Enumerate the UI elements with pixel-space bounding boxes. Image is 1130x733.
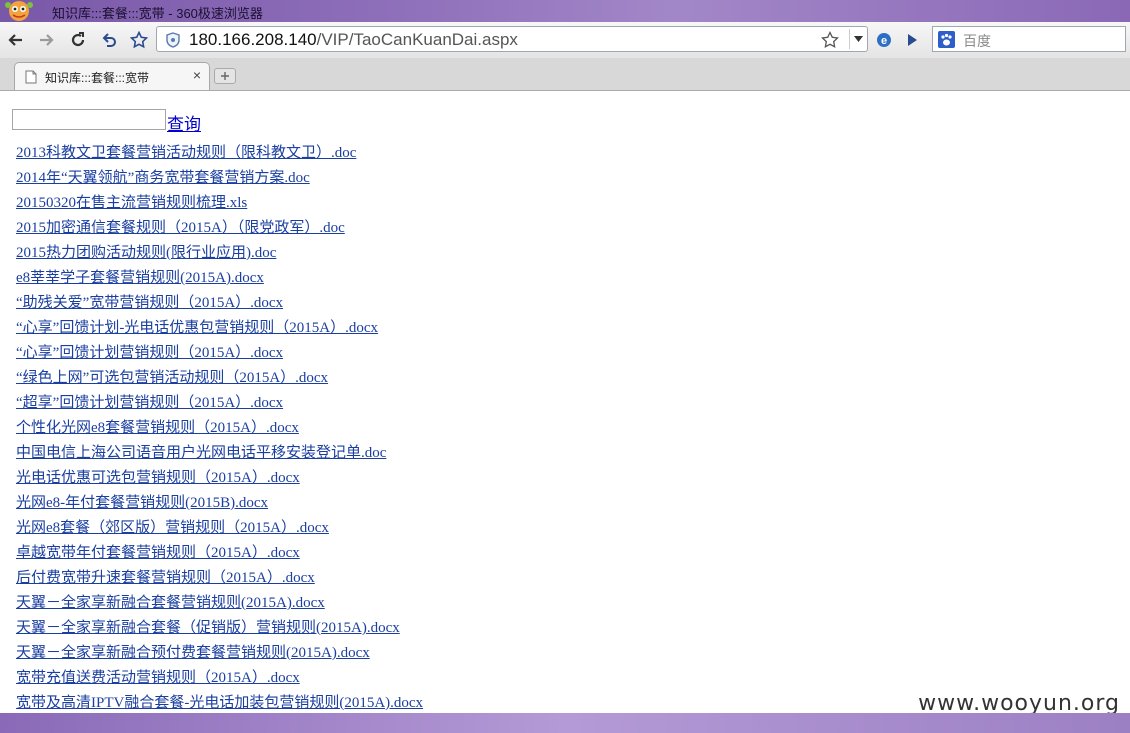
tab-close-button[interactable]: ×: [193, 67, 201, 83]
svg-text:e: e: [881, 35, 887, 47]
status-bar: [0, 713, 1130, 733]
search-placeholder: 百度: [963, 33, 991, 49]
star-icon: [130, 31, 148, 49]
bookmark-star-icon[interactable]: [821, 31, 839, 49]
new-tab-button[interactable]: [214, 68, 236, 84]
go-button[interactable]: [900, 28, 924, 52]
chevron-down-icon: [854, 36, 863, 42]
list-item: 天翼－全家享新融合套餐营销规则(2015A).docx: [16, 591, 423, 616]
page-content: 查询 2013科教文卫套餐营销活动规则（限科教文卫）.doc 2014年“天翼领航…: [0, 91, 1130, 713]
list-item: “超享”回馈计划营销规则（2015A）.docx: [16, 391, 423, 416]
play-icon: [908, 34, 917, 46]
file-link[interactable]: “助残关爱”宽带营销规则（2015A）.docx: [16, 295, 283, 311]
url-path: /VIP/TaoCanKuanDai.aspx: [316, 30, 518, 49]
list-item: “心享”回馈计划营销规则（2015A）.docx: [16, 341, 423, 366]
file-link[interactable]: “绿色上网”可选包营销活动规则（2015A）.docx: [16, 370, 328, 386]
baidu-paw-icon: [938, 31, 955, 48]
list-item: 后付费宽带升速套餐营销规则（2015A）.docx: [16, 566, 423, 591]
file-link[interactable]: 20150320在售主流营销规则梳理.xls: [16, 195, 247, 211]
file-link[interactable]: 后付费宽带升速套餐营销规则（2015A）.docx: [16, 570, 315, 586]
list-item: 20150320在售主流营销规则梳理.xls: [16, 191, 423, 216]
arrow-left-icon: [8, 34, 22, 46]
browser-logo-icon: [5, 1, 33, 21]
list-item: 2015加密通信套餐规则（2015A）（限党政军）.doc: [16, 216, 423, 241]
file-link[interactable]: 个性化光网e8套餐营销规则（2015A）.docx: [16, 420, 299, 436]
file-link[interactable]: 2013科教文卫套餐营销活动规则（限科教文卫）.doc: [16, 145, 356, 161]
file-link[interactable]: “心享”回馈计划营销规则（2015A）.docx: [16, 345, 283, 361]
list-item: 个性化光网e8套餐营销规则（2015A）.docx: [16, 416, 423, 441]
list-item: 2014年“天翼领航”商务宽带套餐营销方案.doc: [16, 166, 423, 191]
title-bar: 知识库:::套餐:::宽带 - 360极速浏览器: [0, 0, 1130, 22]
file-link[interactable]: 宽带充值送费活动营销规则（2015A）.docx: [16, 670, 300, 686]
file-list: 2013科教文卫套餐营销活动规则（限科教文卫）.doc 2014年“天翼领航”商务…: [16, 141, 423, 713]
list-item: “绿色上网”可选包营销活动规则（2015A）.docx: [16, 366, 423, 391]
list-item: 宽带充值送费活动营销规则（2015A）.docx: [16, 666, 423, 691]
file-link[interactable]: “超享”回馈计划营销规则（2015A）.docx: [16, 395, 283, 411]
list-item: 光网e8套餐（郊区版）营销规则（2015A）.docx: [16, 516, 423, 541]
list-item: e8莘莘学子套餐营销规则(2015A).docx: [16, 266, 423, 291]
shield-icon: [166, 32, 180, 48]
url-host: 180.166.208.140: [189, 30, 317, 49]
file-link[interactable]: 宽带及高清IPTV融合套餐-光电话加装包营销规则(2015A).docx: [16, 695, 423, 711]
list-item: 卓越宽带年付套餐营销规则（2015A）.docx: [16, 541, 423, 566]
ie-mode-button[interactable]: e: [872, 28, 896, 52]
undo-icon: [102, 33, 116, 47]
file-link[interactable]: 2014年“天翼领航”商务宽带套餐营销方案.doc: [16, 170, 310, 186]
address-dropdown-button[interactable]: [849, 29, 866, 49]
list-item: 宽带及高清IPTV融合套餐-光电话加装包营销规则(2015A).docx: [16, 691, 423, 713]
list-item: 天翼－全家享新融合套餐（促销版）营销规则(2015A).docx: [16, 616, 423, 641]
reload-icon: [71, 32, 85, 47]
file-link[interactable]: 2015热力团购活动规则(限行业应用).doc: [16, 245, 276, 261]
watermark: www.wooyun.org: [918, 691, 1120, 713]
file-link[interactable]: e8莘莘学子套餐营销规则(2015A).docx: [16, 270, 264, 286]
window-title: 知识库:::套餐:::宽带 - 360极速浏览器: [52, 6, 263, 21]
file-link[interactable]: 卓越宽带年付套餐营销规则（2015A）.docx: [16, 545, 300, 561]
url-text: 180.166.208.140/VIP/TaoCanKuanDai.aspx: [189, 30, 518, 50]
list-item: 光电话优惠可选包营销规则（2015A）.docx: [16, 466, 423, 491]
file-link[interactable]: 天翼－全家享新融合预付费套餐营销规则(2015A).docx: [16, 645, 370, 661]
page-icon: [25, 70, 37, 84]
undo-close-button[interactable]: [97, 28, 121, 52]
list-item: 天翼－全家享新融合预付费套餐营销规则(2015A).docx: [16, 641, 423, 666]
list-item: “助残关爱”宽带营销规则（2015A）.docx: [16, 291, 423, 316]
reload-button[interactable]: [66, 28, 90, 52]
list-item: 2013科教文卫套餐营销活动规则（限科教文卫）.doc: [16, 141, 423, 166]
file-link[interactable]: 光网e8套餐（郊区版）营销规则（2015A）.docx: [16, 520, 329, 536]
list-item: 中国电信上海公司语音用户光网电话平移安装登记单.doc: [16, 441, 423, 466]
file-link[interactable]: 光电话优惠可选包营销规则（2015A）.docx: [16, 470, 300, 486]
query-input[interactable]: [12, 109, 166, 130]
search-box[interactable]: 百度: [932, 26, 1126, 52]
tab-active[interactable]: 知识库:::套餐:::宽带 ×: [14, 62, 210, 90]
address-bar[interactable]: 180.166.208.140/VIP/TaoCanKuanDai.aspx: [156, 26, 868, 52]
tab-strip: 知识库:::套餐:::宽带 ×: [0, 58, 1130, 91]
forward-button[interactable]: [34, 28, 58, 52]
list-item: 光网e8-年付套餐营销规则(2015B).docx: [16, 491, 423, 516]
file-link[interactable]: “心享”回馈计划-光电话优惠包营销规则（2015A）.docx: [16, 320, 378, 336]
back-button[interactable]: [4, 28, 28, 52]
file-link[interactable]: 天翼－全家享新融合套餐营销规则(2015A).docx: [16, 595, 325, 611]
tab-title: 知识库:::套餐:::宽带: [45, 71, 150, 85]
plus-icon: [221, 72, 229, 80]
navigation-toolbar: 180.166.208.140/VIP/TaoCanKuanDai.aspx e…: [0, 22, 1130, 59]
list-item: “心享”回馈计划-光电话优惠包营销规则（2015A）.docx: [16, 316, 423, 341]
query-button[interactable]: 查询: [167, 110, 201, 135]
file-link[interactable]: 天翼－全家享新融合套餐（促销版）营销规则(2015A).docx: [16, 620, 400, 636]
file-link[interactable]: 光网e8-年付套餐营销规则(2015B).docx: [16, 495, 268, 511]
file-link[interactable]: 2015加密通信套餐规则（2015A）（限党政军）.doc: [16, 220, 345, 236]
file-link[interactable]: 中国电信上海公司语音用户光网电话平移安装登记单.doc: [16, 445, 386, 461]
ie-icon: e: [877, 33, 891, 47]
favorite-button[interactable]: [127, 28, 151, 52]
list-item: 2015热力团购活动规则(限行业应用).doc: [16, 241, 423, 266]
arrow-right-icon: [40, 34, 54, 46]
